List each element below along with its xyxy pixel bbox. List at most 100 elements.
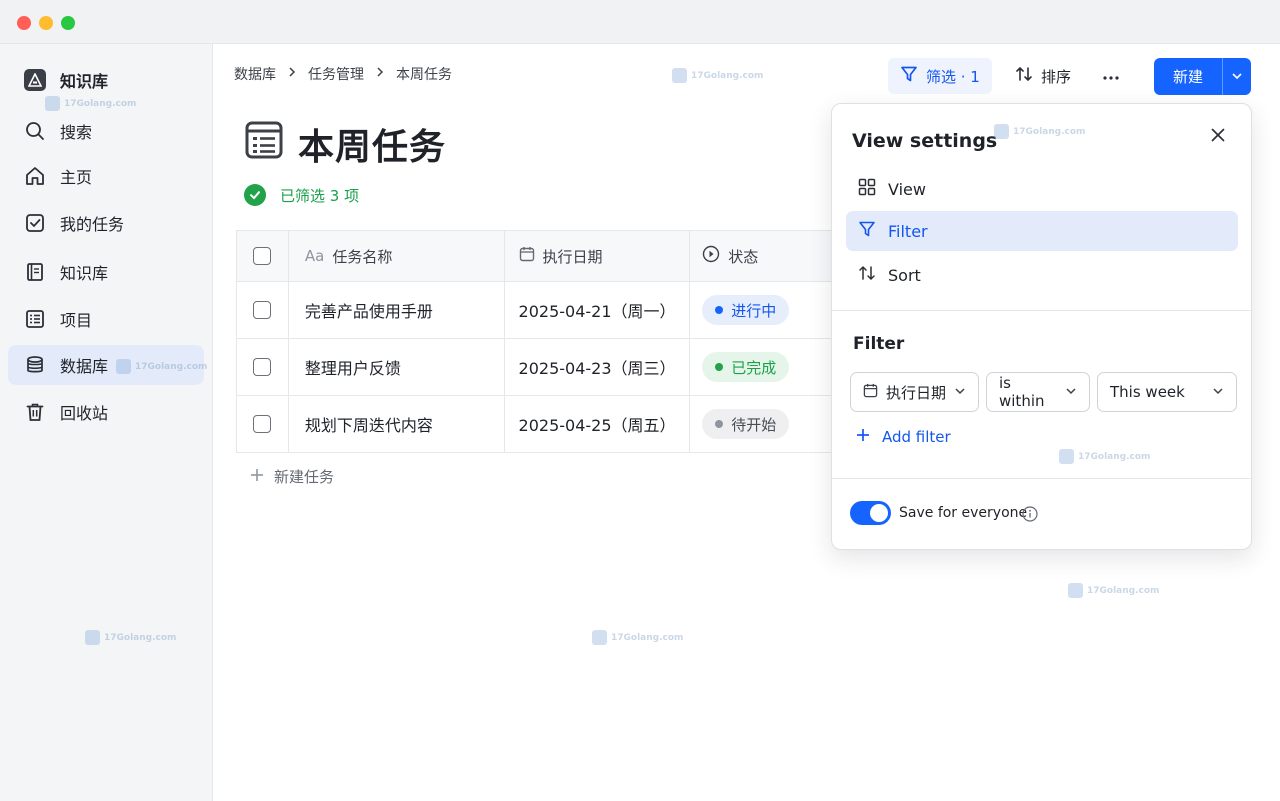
sidebar-item-my-tasks[interactable]: 我的任务: [8, 203, 204, 243]
task-name-cell[interactable]: 完善产品使用手册: [289, 282, 505, 338]
filter-value-text: This week: [1110, 383, 1185, 401]
info-icon[interactable]: [1022, 506, 1038, 526]
filter-value-select[interactable]: This week: [1097, 372, 1237, 412]
watermark: 17Golang.com: [592, 630, 683, 645]
task-name-cell[interactable]: 整理用户反馈: [289, 339, 505, 395]
breadcrumb-item[interactable]: 任务管理: [308, 64, 364, 84]
filter-button[interactable]: 筛选 · 1: [888, 58, 992, 94]
watermark: 17Golang.com: [45, 96, 136, 111]
filter-operator-value: is within: [999, 374, 1045, 410]
table-row[interactable]: 规划下周迭代内容 2025-04-25（周五） 待开始: [237, 396, 836, 453]
status-badge: 已完成: [702, 352, 790, 382]
page-title: 本周任务: [298, 127, 447, 168]
new-task-button[interactable]: 新建任务: [250, 466, 334, 487]
watermark-logo-icon: [45, 96, 60, 111]
menu-item-label: Sort: [888, 265, 921, 285]
row-checkbox[interactable]: [253, 301, 272, 319]
filter-operator-select[interactable]: is within: [986, 372, 1090, 412]
add-filter-button[interactable]: Add filter: [856, 428, 951, 446]
chevron-down-icon: [1231, 68, 1243, 86]
text-type-icon: Aa: [304, 247, 325, 265]
filter-field-select[interactable]: 执行日期: [850, 372, 979, 412]
sidebar-item-home[interactable]: 主页: [8, 156, 204, 196]
filtered-count-text: 已筛选 3 项: [280, 186, 360, 205]
grid-icon: [858, 178, 876, 200]
task-status-cell[interactable]: 进行中: [690, 282, 836, 338]
row-checkbox[interactable]: [253, 358, 272, 376]
status-badge-label: 进行中: [731, 301, 777, 320]
database-icon: [24, 354, 46, 376]
task-date-cell[interactable]: 2025-04-25（周五）: [505, 396, 691, 452]
filter-icon: [858, 220, 876, 242]
watermark-logo-icon: [592, 630, 607, 645]
sidebar-item-label: 搜索: [60, 123, 93, 142]
save-for-everyone-toggle[interactable]: [850, 501, 891, 525]
plus-icon: [856, 428, 870, 446]
status-badge-label: 已完成: [731, 358, 777, 377]
status-dot: [715, 306, 724, 314]
sort-icon: [858, 264, 876, 286]
sidebar-item-knowledge-base[interactable]: 知识库: [8, 252, 204, 292]
workspace-switcher[interactable]: 知识库: [24, 68, 108, 92]
sort-button[interactable]: 排序: [1003, 58, 1083, 94]
menu-item-view[interactable]: View: [846, 169, 1238, 209]
menu-item-filter[interactable]: Filter: [846, 211, 1238, 251]
menu-item-sort[interactable]: Sort: [846, 255, 1238, 295]
column-header-name[interactable]: Aa 任务名称: [289, 231, 505, 281]
close-popover-button[interactable]: [1206, 124, 1230, 148]
task-table: Aa 任务名称 执行日期 状态 完善产品使用手册 2025-04-21（周一） …: [236, 230, 836, 453]
watermark-text: 17Golang.com: [1078, 451, 1151, 462]
watermark-text: 17Golang.com: [611, 632, 684, 643]
sidebar: 知识库 搜索 主页 我的任务 知识库 项目 数据库 回收站: [0, 44, 213, 801]
task-name-cell[interactable]: 规划下周迭代内容: [289, 396, 505, 452]
minimize-window-button[interactable]: [39, 16, 53, 30]
watermark-text: 17Golang.com: [104, 632, 177, 643]
table-row[interactable]: 完善产品使用手册 2025-04-21（周一） 进行中: [237, 282, 836, 339]
more-options-button[interactable]: [1092, 58, 1130, 94]
sidebar-item-projects[interactable]: 项目: [8, 299, 204, 339]
popover-title: View settings: [852, 130, 998, 152]
new-button[interactable]: 新建: [1154, 58, 1251, 95]
watermark-text: 17Golang.com: [64, 98, 137, 109]
watermark-logo-icon: [1059, 449, 1074, 464]
new-dropdown-button[interactable]: [1223, 68, 1251, 86]
sidebar-item-search[interactable]: 搜索: [8, 111, 204, 151]
column-header-label: 状态: [728, 247, 759, 266]
filter-field-value: 执行日期: [886, 383, 947, 402]
table-row[interactable]: 整理用户反馈 2025-04-23（周三） 已完成: [237, 339, 836, 396]
breadcrumb-item[interactable]: 数据库: [234, 64, 276, 84]
table-header-row: Aa 任务名称 执行日期 状态: [237, 231, 836, 282]
add-filter-label: Add filter: [882, 428, 951, 446]
sidebar-item-label: 数据库: [60, 357, 109, 376]
task-date-cell[interactable]: 2025-04-23（周三）: [505, 339, 691, 395]
column-header-date[interactable]: 执行日期: [505, 231, 691, 281]
select-all-cell: [237, 231, 289, 281]
close-window-button[interactable]: [17, 16, 31, 30]
status-dot: [715, 420, 724, 428]
popover-divider: [832, 310, 1251, 311]
status-badge: 进行中: [702, 295, 790, 325]
row-checkbox[interactable]: [253, 415, 272, 433]
status-type-icon: [702, 245, 720, 267]
watermark-text: 17Golang.com: [135, 361, 208, 372]
select-all-checkbox[interactable]: [253, 247, 272, 265]
calendar-icon: [519, 246, 535, 266]
calendar-icon: [863, 383, 878, 402]
sort-button-label: 排序: [1041, 67, 1072, 86]
breadcrumb-item-current: 本周任务: [396, 67, 452, 83]
watermark-text: 17Golang.com: [691, 70, 764, 81]
column-header-status[interactable]: 状态: [690, 231, 836, 281]
watermark-text: 17Golang.com: [1087, 585, 1160, 596]
task-date-cell[interactable]: 2025-04-21（周一）: [505, 282, 691, 338]
watermark-logo-icon: [116, 359, 131, 374]
row-check-cell: [237, 339, 289, 395]
sidebar-item-label: 主页: [60, 168, 93, 187]
window-titlebar: [0, 0, 1280, 44]
breadcrumb: 数据库 任务管理 本周任务: [234, 64, 452, 84]
chevron-right-icon: [286, 66, 298, 82]
task-status-cell[interactable]: 待开始: [690, 396, 836, 452]
zoom-window-button[interactable]: [61, 16, 75, 30]
page-list-icon: [244, 120, 284, 164]
task-status-cell[interactable]: 已完成: [690, 339, 836, 395]
sidebar-item-trash[interactable]: 回收站: [8, 392, 204, 432]
